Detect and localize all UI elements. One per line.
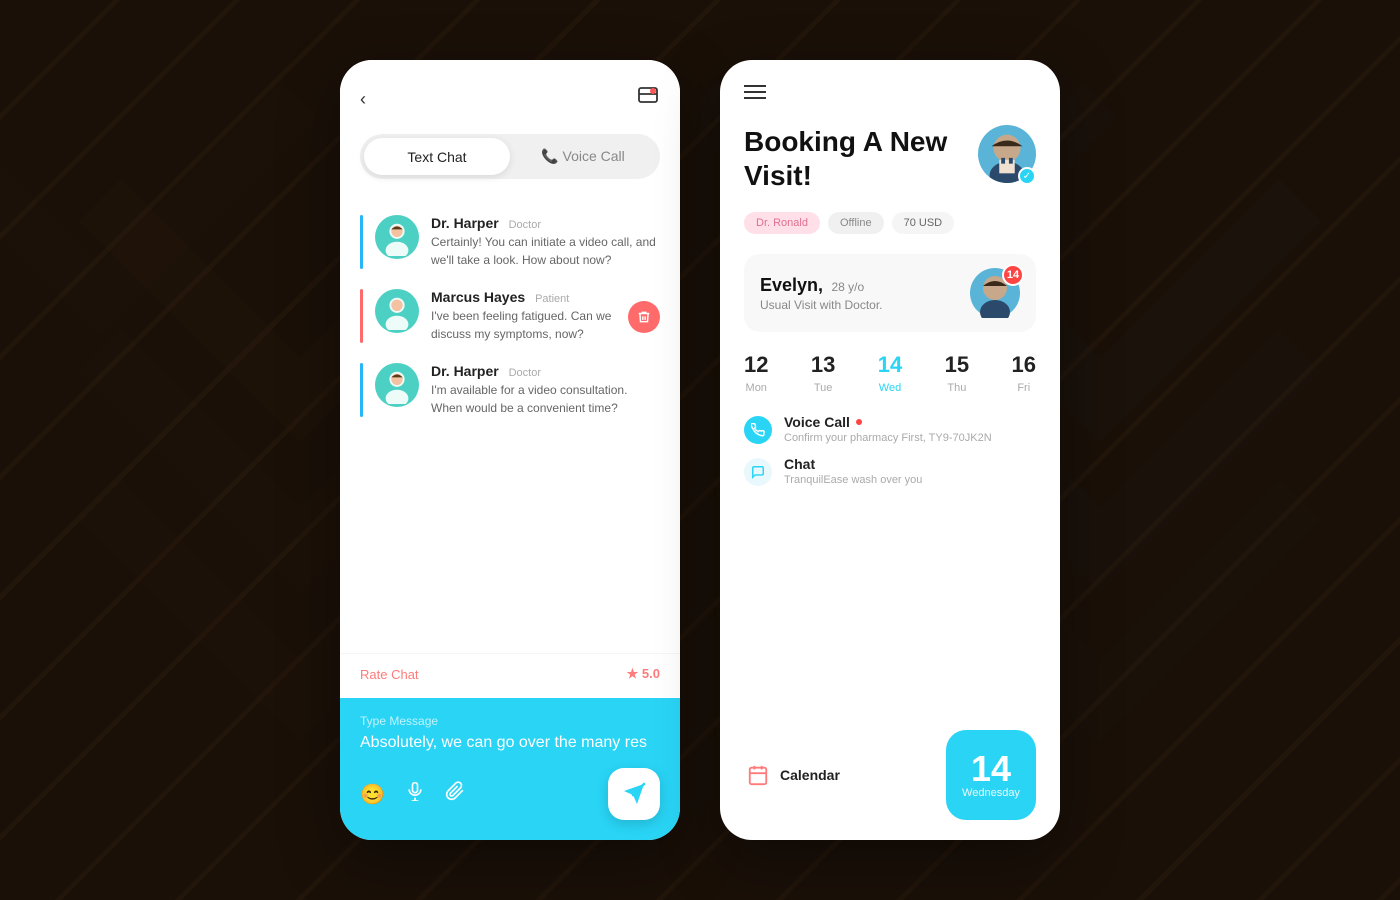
message-row: Dr. Harper Doctor Certainly! You can ini… [360,215,660,269]
schedule-dot-voice [744,416,772,444]
schedule-content-chat: Chat TranquilEase wash over you [784,456,922,486]
calendar-days: 12 Mon 13 Tue 14 Wed 15 Thu 16 Fri [744,352,1036,394]
avatar-dr-harper-1 [375,215,419,259]
tab-switcher: Text Chat 📞 Voice Call [360,134,660,179]
msg-text-2: I've been feeling fatigued. Can we discu… [431,307,616,343]
avatar-marcus [375,289,419,333]
emoji-icon[interactable]: 😊 [360,782,385,807]
schedule-dot-chat [744,458,772,486]
booking-tags: Dr. Ronald Offline 70 USD [744,212,1036,234]
day-item-12[interactable]: 12 Mon [744,352,768,394]
day-label-wed: Wed [879,382,901,394]
day-number-12: 12 [744,352,768,378]
calendar-icon-wrap [744,761,772,789]
calendar-bottom: Calendar 14 Wednesday [744,730,1036,820]
day-item-13[interactable]: 13 Tue [811,352,835,394]
chat-messages: Dr. Harper Doctor Certainly! You can ini… [340,199,680,653]
calendar-big-day: Wednesday [962,787,1020,799]
schedule-item-voice: Voice Call Confirm your pharmacy First, … [744,414,1036,444]
rate-chat-label[interactable]: Rate Chat [360,667,419,682]
msg-name-3: Dr. Harper Doctor [431,363,660,379]
chat-card: ‹ Text Chat 📞 Voice Call [340,60,680,840]
calendar-label: Calendar [780,767,840,783]
day-item-16[interactable]: 16 Fri [1012,352,1036,394]
schedule-title-chat: Chat [784,456,922,472]
main-container: ‹ Text Chat 📞 Voice Call [340,60,1060,840]
patient-name-age: Evelyn, 28 y/o [760,275,883,296]
attachment-icon[interactable] [445,781,465,807]
schedule-item-chat: Chat TranquilEase wash over you [744,456,1036,486]
day-number-14: 14 [878,352,902,378]
msg-content-2: Marcus Hayes Patient I've been feeling f… [431,289,616,343]
tab-voice-call[interactable]: 📞 Voice Call [510,138,656,175]
tab-text-chat[interactable]: Text Chat [364,138,510,175]
calendar-big-widget[interactable]: 14 Wednesday [946,730,1036,820]
msg-name-1: Dr. Harper Doctor [431,215,660,231]
msg-role-2: Patient [535,293,569,305]
chat-input-area: Type Message Absolutely, we can go over … [340,698,680,840]
chat-actions: 😊 [360,768,660,820]
booking-card: Booking A New Visit! ✓ Dr. Ronald [720,60,1060,840]
message-bar-blue-2 [360,363,363,417]
rating-value: ★ 5.0 [627,666,660,682]
patient-card: Evelyn, 28 y/o Usual Visit with Doctor. … [744,254,1036,332]
message-bar-red [360,289,363,343]
day-label-mon: Mon [746,382,767,394]
chat-header: ‹ [360,84,660,114]
tag-offline: Offline [828,212,884,234]
patient-visit-type: Usual Visit with Doctor. [760,298,883,312]
patient-badge: 14 [1002,264,1024,286]
msg-content-1: Dr. Harper Doctor Certainly! You can ini… [431,215,660,269]
menu-icon[interactable] [744,84,1036,105]
schedule-content-voice: Voice Call Confirm your pharmacy First, … [784,414,992,444]
chat-rating: Rate Chat ★ 5.0 [340,653,680,698]
day-number-16: 16 [1012,352,1036,378]
patient-age: 28 y/o [832,280,865,294]
msg-text-1: Certainly! You can initiate a video call… [431,233,660,269]
patient-avatar-wrap: 14 [970,268,1020,318]
msg-text-3: I'm available for a video consultation. … [431,381,660,417]
message-row-3: Dr. Harper Doctor I'm available for a vi… [360,363,660,417]
tag-dr-ronald: Dr. Ronald [744,212,820,234]
booking-header: Booking A New Visit! ✓ [744,125,1036,192]
day-label-thu: Thu [947,382,966,394]
patient-info: Evelyn, 28 y/o Usual Visit with Doctor. [760,275,883,312]
doctor-avatar-wrap: ✓ [978,125,1036,185]
day-item-14[interactable]: 14 Wed [878,352,902,394]
calendar-nav: Calendar [744,761,840,789]
calendar-big-number: 14 [971,751,1011,787]
day-number-13: 13 [811,352,835,378]
microphone-icon[interactable] [405,781,425,807]
avatar-dr-harper-2 [375,363,419,407]
inbox-icon[interactable] [636,84,660,114]
message-row-2: Marcus Hayes Patient I've been feeling f… [360,289,660,343]
delete-button[interactable] [628,301,660,333]
voice-indicator [856,419,862,425]
msg-role-3: Doctor [509,367,541,379]
chat-card-top: ‹ Text Chat 📞 Voice Call [340,60,680,199]
msg-content-3: Dr. Harper Doctor I'm available for a vi… [431,363,660,417]
schedule-subtitle-voice: Confirm your pharmacy First, TY9-70JK2N [784,432,992,444]
schedule-list: Voice Call Confirm your pharmacy First, … [744,414,1036,710]
booking-title: Booking A New Visit! [744,125,978,192]
day-number-15: 15 [945,352,969,378]
day-item-15[interactable]: 15 Thu [945,352,969,394]
day-label-tue: Tue [814,382,833,394]
tag-price: 70 USD [892,212,955,234]
msg-role-1: Doctor [509,219,541,231]
back-button[interactable]: ‹ [360,89,366,110]
type-message-label: Type Message [360,714,660,728]
send-button[interactable] [608,768,660,820]
message-bar-blue [360,215,363,269]
message-input-text[interactable]: Absolutely, we can go over the many res [360,734,660,752]
doctor-verified-badge: ✓ [1018,167,1036,185]
patient-name: Evelyn, [760,275,823,295]
day-label-fri: Fri [1017,382,1030,394]
schedule-title-voice: Voice Call [784,414,992,430]
schedule-subtitle-chat: TranquilEase wash over you [784,474,922,486]
msg-name-2: Marcus Hayes Patient [431,289,616,305]
